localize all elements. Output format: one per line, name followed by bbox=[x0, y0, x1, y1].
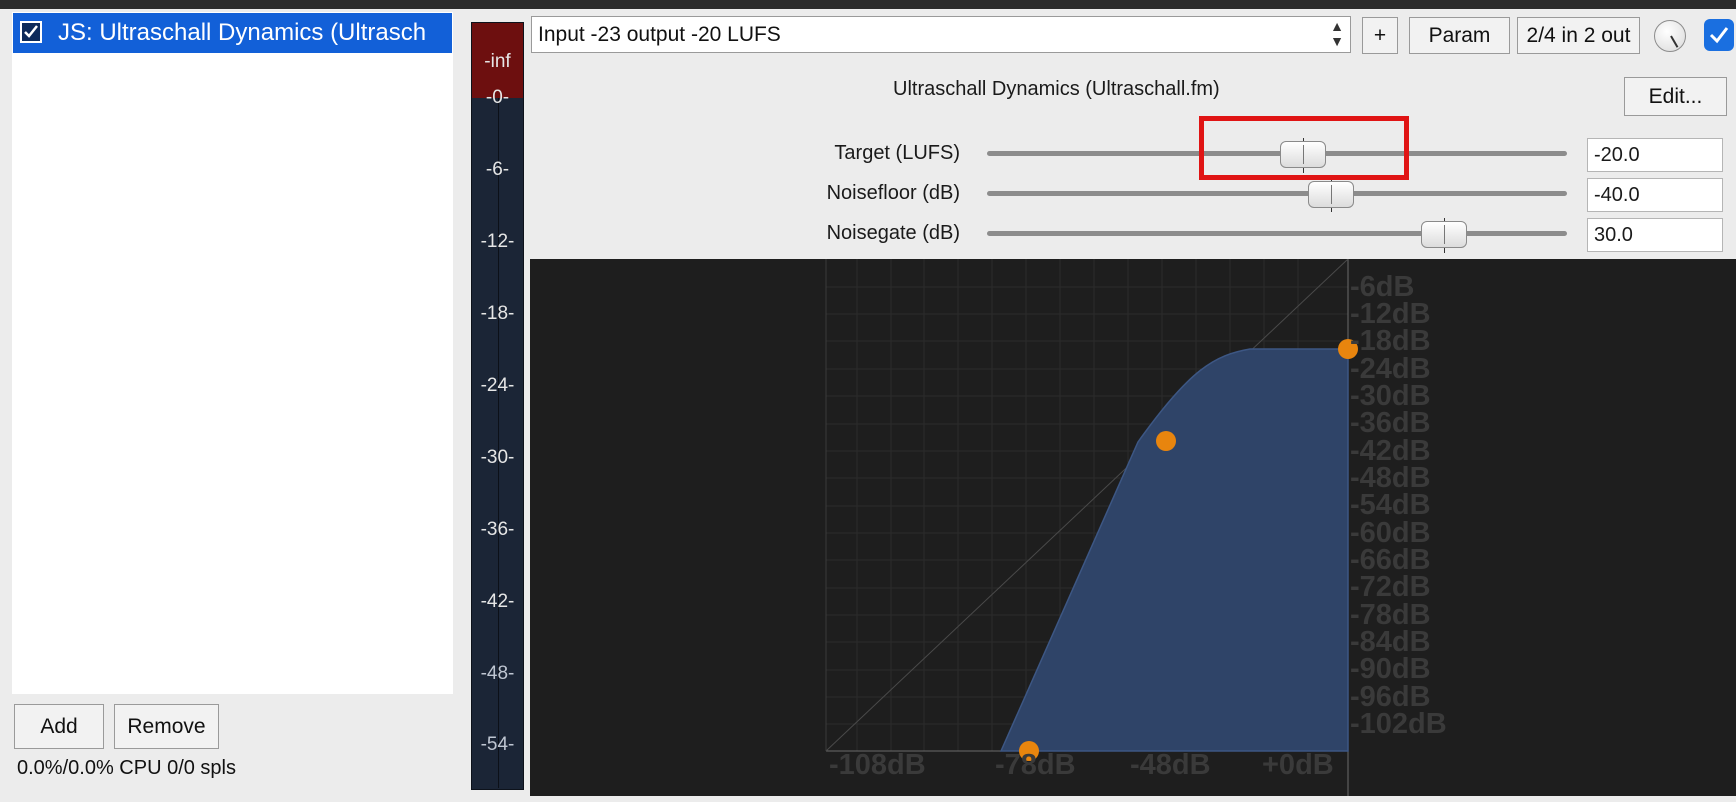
target-value-field[interactable]: -20.0 bbox=[1587, 138, 1723, 172]
meter-scale-label: -36- bbox=[480, 519, 515, 540]
fx-enable-checkbox[interactable] bbox=[20, 21, 42, 43]
graph-x-label: -78dB bbox=[995, 749, 1076, 781]
meter-scale-label: -54- bbox=[480, 734, 515, 755]
level-meter: -inf -0- -6- -12- -18- -24- -30- -36- -4… bbox=[471, 22, 524, 790]
slider-thumb-noisegate[interactable] bbox=[1421, 221, 1467, 248]
preset-value: Input -23 output -20 LUFS bbox=[538, 23, 781, 46]
graph-x-label: +0dB bbox=[1262, 749, 1334, 781]
plugin-bypass-checkbox[interactable] bbox=[1704, 19, 1734, 51]
checkmark-icon bbox=[24, 25, 38, 38]
meter-top-label: -inf bbox=[484, 51, 511, 72]
fx-item-label: JS: Ultraschall Dynamics (Ultrasch bbox=[58, 19, 427, 46]
slider-thumb-noisefloor[interactable] bbox=[1308, 181, 1354, 208]
meter-scale-label: -42- bbox=[480, 591, 515, 612]
plugin-title: Ultraschall Dynamics (Ultraschall.fm) bbox=[893, 78, 1220, 100]
meter-scale-label: -48- bbox=[480, 663, 515, 684]
slider-label-target: Target (LUFS) bbox=[834, 142, 960, 164]
highlight-box bbox=[1199, 116, 1409, 180]
meter-scale-label: -12- bbox=[480, 231, 515, 252]
meter-scale-label: -0- bbox=[485, 87, 510, 108]
graph-x-label: -108dB bbox=[829, 749, 926, 781]
dynamics-curve-graph: -6dB -12dB -18dB -24dB -30dB -36dB -42dB… bbox=[530, 259, 1736, 796]
meter-scale-label: -6- bbox=[485, 159, 510, 180]
add-preset-button[interactable]: + bbox=[1362, 17, 1398, 54]
checkmark-icon bbox=[1709, 27, 1729, 44]
window-top-edge bbox=[0, 0, 1736, 9]
dynamics-curve-fill bbox=[999, 348, 1349, 752]
curve-control-point[interactable] bbox=[1156, 431, 1176, 451]
preset-select[interactable]: Input -23 output -20 LUFS ▲ ▼ bbox=[531, 16, 1351, 53]
param-button[interactable]: Param bbox=[1409, 17, 1510, 54]
wet-dry-knob[interactable] bbox=[1654, 20, 1686, 52]
chevron-updown-icon: ▲ ▼ bbox=[1330, 18, 1344, 49]
knob-indicator bbox=[1670, 35, 1679, 48]
noisegate-value-field[interactable]: 30.0 bbox=[1587, 218, 1723, 252]
cpu-status: 0.0%/0.0% CPU 0/0 spls bbox=[17, 757, 236, 779]
slider-label-noisegate: Noisegate (dB) bbox=[826, 222, 960, 244]
noisefloor-value-field[interactable]: -40.0 bbox=[1587, 178, 1723, 212]
graph-y-label: -102dB bbox=[1350, 708, 1447, 740]
meter-scale-label: -24- bbox=[480, 375, 515, 396]
fx-item-ultraschall-dynamics[interactable]: JS: Ultraschall Dynamics (Ultrasch bbox=[13, 13, 452, 53]
fx-chain-list[interactable]: JS: Ultraschall Dynamics (Ultrasch bbox=[12, 12, 453, 694]
dynamics-curve-plot bbox=[825, 259, 1358, 796]
meter-scale-label: -30- bbox=[480, 447, 515, 468]
slider-track-noisegate[interactable] bbox=[987, 231, 1567, 236]
edit-button[interactable]: Edit... bbox=[1624, 77, 1727, 116]
graph-x-label: -48dB bbox=[1130, 749, 1211, 781]
add-button[interactable]: Add bbox=[14, 704, 104, 749]
remove-button[interactable]: Remove bbox=[114, 704, 219, 749]
io-routing-button[interactable]: 2/4 in 2 out bbox=[1517, 17, 1640, 54]
slider-label-noisefloor: Noisefloor (dB) bbox=[826, 182, 960, 204]
meter-scale-label: -18- bbox=[480, 303, 515, 324]
slider-track-noisefloor[interactable] bbox=[987, 191, 1567, 196]
